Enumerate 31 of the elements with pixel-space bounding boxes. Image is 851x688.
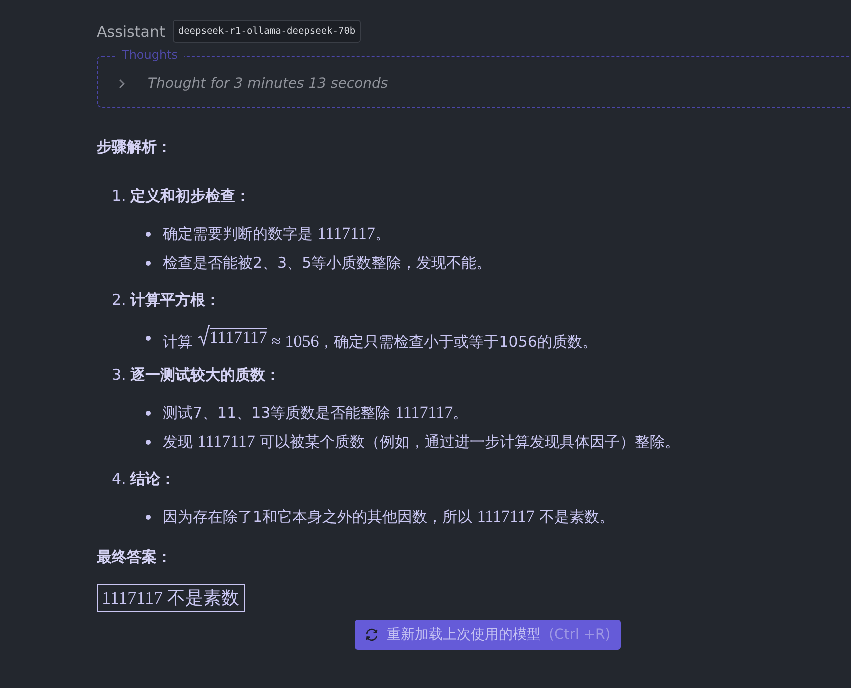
step-title: 计算平方根： <box>130 291 220 310</box>
thoughts-legend: Thoughts <box>116 48 184 62</box>
bullet-icon <box>146 260 151 266</box>
bullet-text: 确定需要判断的数字是 1117117。 <box>163 224 390 244</box>
step-title: 结论： <box>130 470 176 489</box>
bullet-text: 因为存在除了1和它本身之外的其他因数，所以 1117117 不是素数。 <box>163 507 615 527</box>
bullet-text: 计算 1117117 ≈ 1056，确定只需检查小于或等于1056的质数。 <box>163 324 598 352</box>
step-number: 3. <box>112 366 126 385</box>
step-number: 2. <box>112 291 126 310</box>
radical-icon <box>198 324 210 346</box>
bullet-icon <box>146 440 151 444</box>
bullet-icon <box>146 410 151 416</box>
thought-summary[interactable]: Thought for 3 minutes 13 seconds <box>148 76 388 92</box>
bullet-text: 检查是否能被2、3、5等小质数整除，发现不能。 <box>163 254 492 272</box>
role-label: Assistant <box>97 22 166 40</box>
bullet-icon <box>146 232 151 236</box>
answer-box: 1117117 不是素数 <box>97 584 244 612</box>
section-heading: 步骤解析： <box>97 138 173 157</box>
reload-model-button[interactable]: 重新加载上次使用的模型 (Ctrl +R) <box>355 620 621 650</box>
refresh-icon <box>365 628 379 642</box>
chevron-icon[interactable] <box>118 78 126 90</box>
bullet-icon <box>146 336 151 340</box>
step-number: 1. <box>112 187 126 206</box>
bullet-text: 发现 1117117 可以被某个质数（例如，通过进一步计算发现具体因子）整除。 <box>163 432 680 452</box>
model-badge: deepseek-r1-ollama-deepseek-70b <box>173 20 361 43</box>
step-title: 逐一测试较大的质数： <box>130 366 280 385</box>
step-title: 定义和初步检查： <box>130 187 250 206</box>
bullet-text: 测试7、11、13等质数是否能整除 1117117。 <box>163 403 468 423</box>
section-heading: 最终答案： <box>97 548 173 567</box>
bullet-icon <box>146 514 151 520</box>
step-number: 4. <box>112 470 126 489</box>
